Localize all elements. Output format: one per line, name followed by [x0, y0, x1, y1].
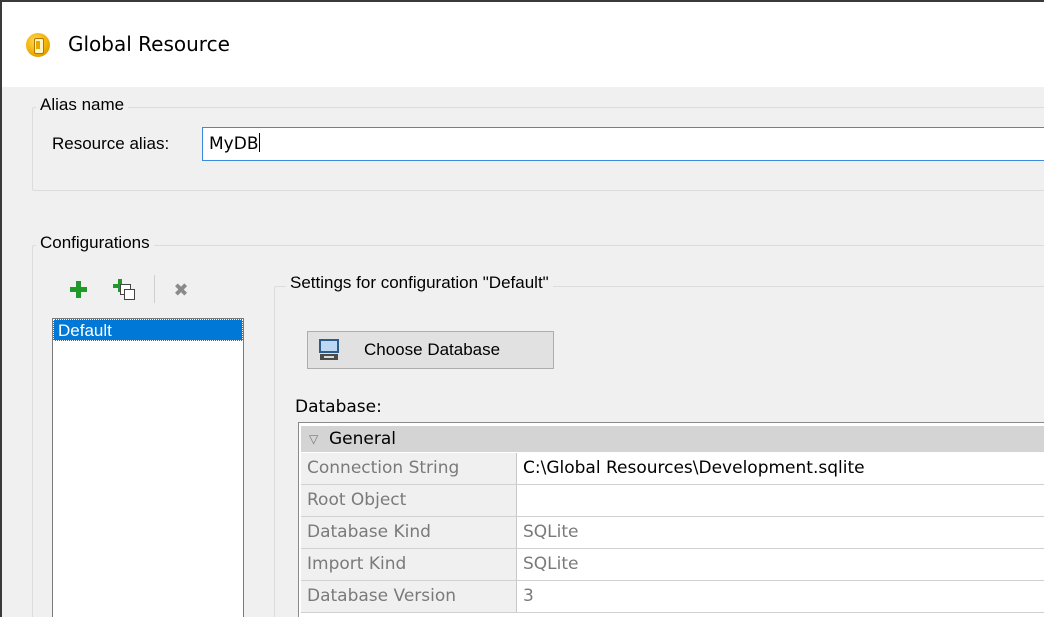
- grid-row[interactable]: Import Kind SQLite: [301, 549, 1044, 581]
- grid-value[interactable]: SQLite: [523, 517, 579, 548]
- grid-section-header[interactable]: ▽ General: [301, 426, 1044, 452]
- toolbar-separator: [154, 275, 155, 303]
- resource-alias-input[interactable]: MyDB: [202, 127, 1044, 161]
- title-bar: Global Resource: [2, 2, 1044, 87]
- grid-section-label: General: [329, 429, 396, 449]
- list-item-default[interactable]: Default: [53, 319, 243, 341]
- grid-key: Connection String: [301, 453, 517, 484]
- configurations-list[interactable]: Default: [52, 318, 244, 617]
- alias-group-label: Alias name: [36, 95, 129, 115]
- delete-configuration-button[interactable]: ✖: [168, 277, 194, 303]
- copy-icon-front: [124, 289, 135, 300]
- grid-row[interactable]: Database Version 3: [301, 581, 1044, 613]
- settings-group-label: Settings for configuration "Default": [286, 273, 553, 293]
- configurations-group-label: Configurations: [36, 233, 154, 253]
- resource-alias-label-text: Resource alias:: [52, 134, 170, 153]
- database-icon-screen: [319, 339, 339, 353]
- resource-alias-value: MyDB: [209, 134, 259, 154]
- grid-key: Root Object: [301, 485, 517, 516]
- grid-row[interactable]: Database Kind SQLite: [301, 517, 1044, 549]
- text-caret: [259, 133, 261, 152]
- grid-value[interactable]: SQLite: [523, 549, 579, 580]
- collapse-triangle-icon[interactable]: ▽: [309, 426, 318, 452]
- resource-alias-label: Resource alias:: [52, 134, 169, 154]
- database-icon-base: [320, 354, 338, 360]
- grid-value[interactable]: 3: [523, 581, 534, 612]
- grid-key: Database Version: [301, 581, 517, 612]
- grid-row[interactable]: Root Object: [301, 485, 1044, 517]
- choose-database-button[interactable]: Choose Database: [307, 331, 554, 369]
- database-property-grid[interactable]: ▽ General Connection String C:\Global Re…: [298, 422, 1044, 617]
- grid-row[interactable]: Connection String C:\Global Resources\De…: [301, 453, 1044, 485]
- configurations-toolbar: ✖: [54, 267, 244, 315]
- app-icon: [26, 33, 50, 57]
- database-icon: [318, 339, 340, 361]
- grid-value[interactable]: C:\Global Resources\Development.sqlite: [523, 453, 865, 484]
- add-configuration-button[interactable]: [66, 277, 92, 303]
- window-title: Global Resource: [68, 32, 230, 56]
- database-label: Database:: [295, 397, 382, 417]
- choose-database-label: Choose Database: [364, 340, 501, 359]
- dialog-body: Alias name Resource alias: MyDB Configur…: [2, 87, 1044, 617]
- grid-key: Database Kind: [301, 517, 517, 548]
- grid-key: Import Kind: [301, 549, 517, 580]
